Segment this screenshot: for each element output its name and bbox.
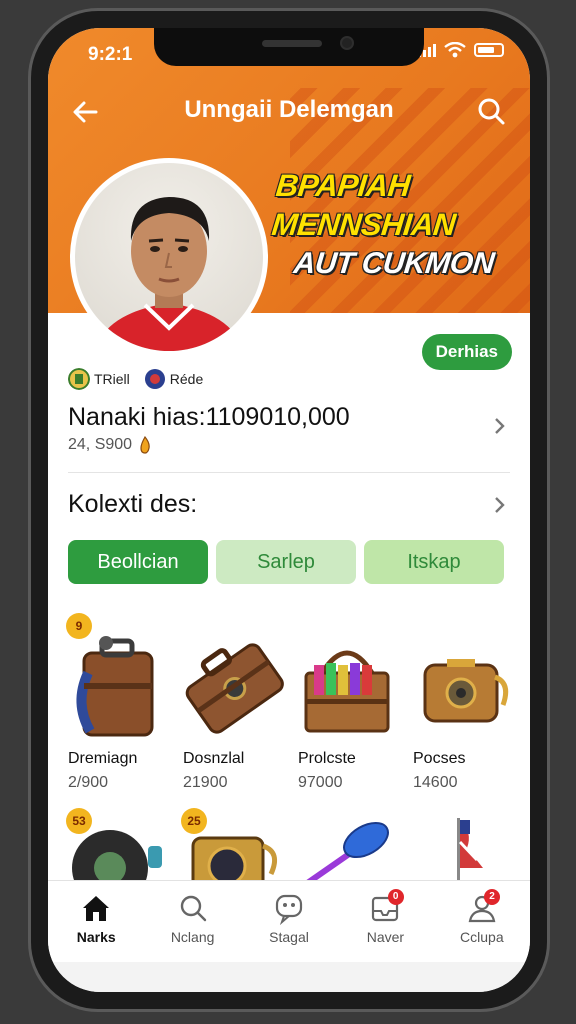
nav-item-inbox[interactable]: 0 Naver [337, 881, 433, 962]
battery-icon [474, 43, 504, 57]
app-screen: 9:2:1 Unngaii Delemgan BPAPIAH MENNSHIAN… [48, 28, 530, 992]
promo-banner-text: BPAPIAH MENNSHIAN AUT CUKMON [266, 166, 504, 283]
collection-item[interactable]: Prolcste 97000 [292, 613, 407, 792]
nav-label: Narks [76, 929, 116, 945]
notification-badge: 0 [387, 889, 404, 905]
nav-label: Cclupa [460, 929, 504, 945]
nav-label: Stagal [269, 929, 309, 945]
crate-icon [304, 650, 390, 733]
item-badge: 25 [181, 808, 207, 834]
profile-tags: TRiell Réde [68, 368, 203, 390]
chevron-right-icon[interactable] [488, 494, 510, 516]
nav-label: Nclang [170, 929, 215, 945]
collection-item[interactable]: 53 [62, 808, 177, 883]
bottom-nav: Narks Nclang Stagal 0 Naver 2 Cclupa [48, 880, 530, 962]
wifi-icon [444, 42, 466, 58]
item-badge: 9 [66, 613, 92, 639]
balance-subtitle-text: 24, S900 [68, 436, 133, 453]
collection-item[interactable]: 9 Dremiagn 2/900 [62, 613, 177, 792]
item-name: Prolcste [298, 750, 356, 767]
avatar-photo [75, 163, 263, 351]
home-icon [83, 896, 110, 921]
home-indicator-area [48, 962, 530, 992]
page-title: Unngaii Delemgan [184, 96, 394, 123]
flame-icon [140, 436, 150, 454]
collection-item[interactable]: Pocses 14600 [407, 613, 522, 792]
nav-item-chat[interactable]: Stagal [241, 881, 337, 962]
promo-line-2: MENNSHIAN [270, 207, 458, 242]
player-portrait-icon [95, 197, 243, 351]
tag-team[interactable]: TRiell [68, 368, 130, 390]
item-badge: 53 [66, 808, 92, 834]
collection-items-row-2: 53 25 [62, 808, 522, 883]
promo-line-1: BPAPIAH [274, 168, 412, 203]
avatar[interactable] [70, 158, 268, 356]
collection-item[interactable]: 25 [177, 808, 292, 883]
balance-title: Nanaki hias:1109010,000 [68, 403, 350, 431]
chevron-right-icon [495, 418, 505, 434]
collection-title: Kolexti des: [68, 490, 198, 518]
divider [68, 472, 510, 473]
follow-button[interactable]: Derhias [421, 334, 512, 370]
tag-team-label: TRiell [94, 371, 130, 387]
item-price: 97000 [298, 774, 343, 791]
filter-tab-3[interactable]: Itskap [364, 540, 504, 584]
search-icon[interactable] [472, 92, 512, 132]
team-crest-icon [68, 368, 90, 390]
filter-tab-2[interactable]: Sarlep [216, 540, 356, 584]
collection-item[interactable]: Dosnzlal 21900 [177, 613, 292, 792]
nav-item-search[interactable]: Nclang [144, 881, 240, 962]
notification-badge: 2 [484, 889, 501, 905]
balance-subtitle: 24, S900 [68, 436, 510, 454]
chat-icon [275, 894, 303, 925]
nav-item-home[interactable]: Narks [48, 881, 144, 962]
club-crest-icon [144, 369, 165, 389]
status-bar-icons [418, 42, 504, 58]
item-price: 2/900 [68, 774, 109, 791]
item-name: Dremiagn [68, 750, 138, 767]
item-price: 21900 [183, 774, 228, 791]
filter-tab-1[interactable]: Beollcian [68, 540, 208, 584]
chest-icon [423, 659, 509, 723]
collection-item[interactable] [407, 808, 522, 883]
collection-item[interactable] [292, 808, 407, 883]
flag-icon [457, 818, 483, 883]
status-time: 9:2:1 [88, 44, 133, 65]
notch [154, 28, 424, 66]
nav-label: Naver [366, 929, 405, 945]
promo-line-3: AUT CUKMON [292, 247, 496, 280]
tag-club-label: Réde [169, 371, 204, 387]
briefcase-icon [185, 643, 284, 734]
torch-icon [303, 821, 389, 883]
item-name: Pocses [413, 750, 466, 767]
front-camera [340, 36, 354, 50]
nav-item-profile[interactable]: 2 Cclupa [434, 881, 530, 962]
speaker-grille [262, 40, 322, 47]
item-name: Dosnzlal [183, 750, 245, 767]
balance-row[interactable]: Nanaki hias:1109010,000 24, S900 [68, 403, 510, 454]
collection-items: 9 Dremiagn 2/900 Dosnzlal 21900 Prolcste… [62, 613, 522, 792]
collection-filters: Beollcian Sarlep Itskap [68, 540, 504, 584]
tag-club[interactable]: Réde [144, 368, 203, 390]
search-icon [180, 895, 206, 922]
item-price: 14600 [413, 774, 458, 791]
